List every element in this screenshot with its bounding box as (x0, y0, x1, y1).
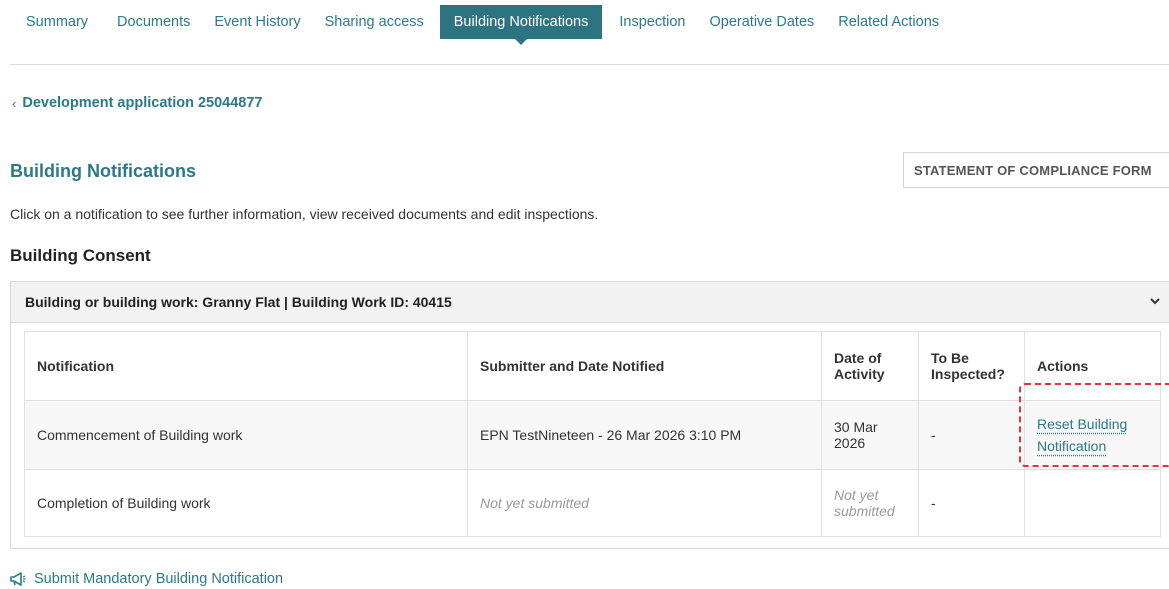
header-actions: Actions (1024, 331, 1161, 401)
notifications-table: Notification Submitter and Date Notified… (24, 331, 1161, 537)
tab-summary[interactable]: Summary (0, 5, 105, 39)
statement-of-compliance-button[interactable]: STATEMENT OF COMPLIANCE FORM (903, 152, 1169, 188)
tab-documents[interactable]: Documents (105, 5, 202, 39)
header-date-of-activity: Date of Activity (821, 331, 919, 401)
building-work-accordion: Building or building work: Granny Flat |… (10, 281, 1169, 549)
megaphone-icon (10, 572, 26, 586)
tab-divider (10, 64, 1169, 65)
cell-actions (1024, 469, 1161, 537)
table-header-row: Notification Submitter and Date Notified… (24, 331, 1161, 401)
header-inspect-line1: To Be (931, 350, 969, 366)
cell-date-of-activity: 30 Mar 2026 (821, 400, 919, 470)
tab-bar: Summary Documents Event History Sharing … (0, 0, 1169, 45)
cell-actions: Reset Building Notification (1024, 400, 1161, 470)
tab-building-notifications[interactable]: Building Notifications (439, 5, 603, 45)
submit-mandatory-notification-link[interactable]: Submit Mandatory Building Notification (10, 571, 283, 587)
intro-text: Click on a notification to see further i… (10, 206, 599, 222)
cell-to-be-inspected: - (918, 400, 1025, 470)
back-link-label: Development application 25044877 (22, 95, 263, 111)
building-consent-heading: Building Consent (10, 246, 151, 265)
header-submitter: Submitter and Date Notified (467, 331, 822, 401)
cell-date-line1: 30 Mar (834, 419, 878, 435)
cell-submitter: EPN TestNineteen - 26 Mar 2026 3:10 PM (467, 400, 822, 470)
chevron-left-icon: ‹ (12, 95, 17, 111)
accordion-header[interactable]: Building or building work: Granny Flat |… (11, 282, 1169, 323)
cell-date-line2: submitted (834, 503, 895, 519)
tab-operative-dates[interactable]: Operative Dates (697, 5, 826, 39)
reset-link-line2: Notification (1037, 438, 1107, 454)
header-to-be-inspected: To Be Inspected? (918, 331, 1025, 401)
cell-to-be-inspected: - (918, 469, 1025, 537)
accordion-header-label: Building or building work: Granny Flat |… (25, 294, 452, 310)
header-notification: Notification (24, 331, 468, 401)
reset-link-line1: Reset Building (1037, 416, 1128, 432)
header-inspect-line2: Inspected? (931, 366, 1005, 382)
cell-notification: Completion of Building work (24, 469, 468, 537)
reset-building-notification-link[interactable]: Reset Building Notification (1037, 413, 1148, 457)
cell-notification: Commencement of Building work (24, 400, 468, 470)
submit-link-label: Submit Mandatory Building Notification (34, 571, 284, 587)
tab-inspection[interactable]: Inspection (607, 5, 697, 39)
table-row[interactable]: Completion of Building work Not yet subm… (24, 469, 1161, 537)
back-link[interactable]: ‹ Development application 25044877 (12, 95, 263, 111)
cell-submitter: Not yet submitted (467, 469, 822, 537)
cell-date-line1: Not yet (834, 487, 879, 503)
tab-related-actions[interactable]: Related Actions (826, 5, 951, 39)
page: Summary Documents Event History Sharing … (0, 0, 1169, 589)
tab-event-history[interactable]: Event History (202, 5, 312, 39)
tab-sharing-access[interactable]: Sharing access (313, 5, 436, 39)
page-title: Building Notifications (10, 161, 196, 181)
cell-date-of-activity: Not yet submitted (821, 469, 919, 537)
chevron-down-icon[interactable] (1149, 295, 1161, 307)
cell-date-line2: 2026 (834, 435, 866, 451)
table-row[interactable]: Commencement of Building work EPN TestNi… (24, 400, 1161, 470)
header-date-line2: Activity (834, 366, 885, 382)
header-date-line1: Date of (834, 350, 882, 366)
